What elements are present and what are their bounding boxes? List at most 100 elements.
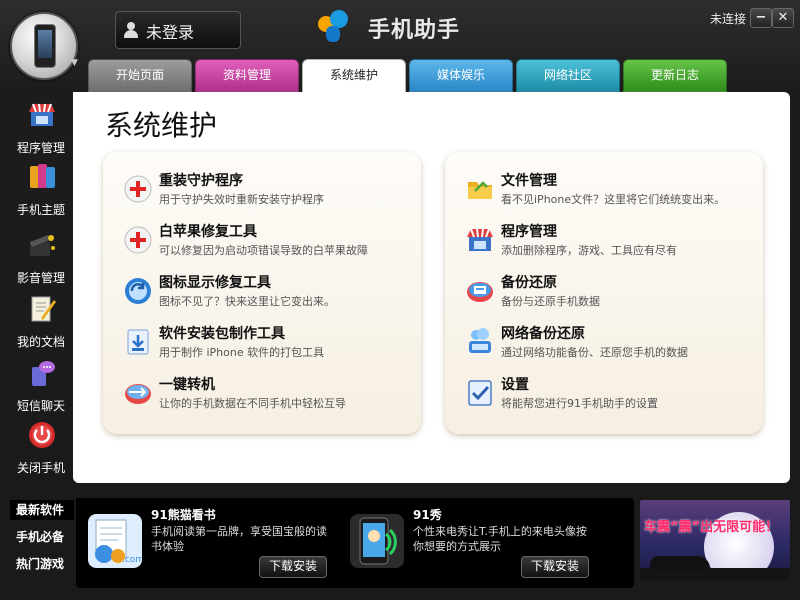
tool-description: 备份与还原手机数据 bbox=[501, 295, 600, 308]
store-icon bbox=[467, 228, 493, 251]
tool-description: 添加删除程序，游戏、工具应有尽有 bbox=[501, 244, 677, 257]
svg-text:.com: .com bbox=[122, 555, 142, 565]
power-icon bbox=[29, 422, 55, 448]
red-cross-icon bbox=[124, 175, 152, 203]
tool-title: 程序管理 bbox=[501, 224, 557, 240]
tab-label: 媒体娱乐 bbox=[436, 68, 485, 82]
tool-icon-fix[interactable]: 图标显示修复工具 图标不见了？快来这里让它变出来。 bbox=[103, 272, 423, 318]
tab-data-management[interactable]: 资料管理 bbox=[195, 59, 299, 92]
tab-update-log[interactable]: 更新日志 bbox=[623, 59, 727, 92]
sidebar-item-label: 影音管理 bbox=[16, 271, 65, 285]
sidebar-item-shutdown[interactable]: 关闭手机 bbox=[10, 414, 72, 475]
tool-description: 通过网络功能备份、还原您手机的数据 bbox=[501, 346, 688, 359]
close-icon: ✕ bbox=[777, 10, 789, 25]
tool-title: 软件安装包制作工具 bbox=[159, 326, 285, 342]
tool-settings[interactable]: 设置 将能帮您进行91手机助手的设置 bbox=[445, 374, 765, 420]
tool-description: 用于制作 iPhone 软件的打包工具 bbox=[159, 346, 325, 359]
software-promo-area: .com 91熊猫看书 手机阅读第一品牌，享受国宝般的读书体验 下载安装 91秀… bbox=[76, 498, 634, 588]
tab-online-community[interactable]: 网络社区 bbox=[516, 59, 620, 92]
theme-icon bbox=[30, 164, 55, 188]
document-icon bbox=[31, 296, 56, 322]
app-name: 手机助手 bbox=[368, 18, 461, 43]
tab-start-page[interactable]: 开始页面 bbox=[88, 59, 192, 92]
tool-backup-restore[interactable]: 备份还原 备份与还原手机数据 bbox=[445, 272, 765, 318]
tool-description: 看不见iPhone文件？这里将它们统统变出来。 bbox=[501, 193, 726, 206]
promo-app-name: 91熊猫看书 bbox=[151, 508, 216, 522]
sidebar-item-label: 短信聊天 bbox=[16, 399, 65, 413]
promo-app-description: 手机阅读第一品牌，享受国宝般的读书体验 bbox=[151, 525, 327, 553]
red-cross-icon bbox=[124, 226, 152, 254]
tool-package-maker[interactable]: 软件安装包制作工具 用于制作 iPhone 软件的打包工具 bbox=[103, 323, 423, 369]
bottom-tab-label: 手机必备 bbox=[16, 530, 65, 544]
media-icon bbox=[30, 235, 55, 256]
minimize-button[interactable]: − bbox=[750, 8, 772, 28]
close-button[interactable]: ✕ bbox=[772, 8, 794, 28]
tool-title: 重装守护程序 bbox=[159, 173, 243, 189]
sidebar-item-label: 关闭手机 bbox=[16, 461, 65, 475]
folder-icon bbox=[468, 181, 492, 199]
bottom-tab-label: 最新软件 bbox=[16, 503, 65, 517]
login-button[interactable]: 未登录 bbox=[115, 11, 241, 49]
device-avatar[interactable] bbox=[10, 12, 78, 80]
tool-title: 图标显示修复工具 bbox=[159, 275, 271, 291]
tool-description: 将能帮您进行91手机助手的设置 bbox=[501, 397, 658, 410]
button-label: 下载安装 bbox=[268, 559, 317, 573]
sidebar-item-media[interactable]: 影音管理 bbox=[10, 224, 72, 285]
settings-icon bbox=[468, 380, 492, 406]
bottom-tab-label: 热门游戏 bbox=[16, 557, 65, 571]
tool-file-manager[interactable]: 文件管理 看不见iPhone文件？这里将它们统统变出来。 bbox=[445, 170, 765, 216]
sms-icon bbox=[32, 361, 55, 386]
network-backup-icon bbox=[469, 328, 491, 353]
tool-title: 白苹果修复工具 bbox=[159, 224, 257, 240]
call-show-icon[interactable] bbox=[350, 514, 404, 568]
bottom-tab-essentials[interactable]: 手机必备 bbox=[10, 527, 74, 547]
promo-app-name: 91秀 bbox=[413, 508, 442, 522]
tool-description: 图标不见了？快来这里让它变出来。 bbox=[159, 295, 335, 308]
login-label: 未登录 bbox=[146, 23, 195, 42]
tab-label: 资料管理 bbox=[222, 68, 271, 82]
download-install-button[interactable]: 下载安装 bbox=[259, 556, 327, 578]
sidebar-item-label: 我的文档 bbox=[16, 335, 65, 349]
panda-book-icon[interactable]: .com bbox=[88, 514, 142, 568]
package-icon bbox=[127, 329, 149, 355]
device-menu-arrow-icon[interactable]: ▼ bbox=[71, 58, 78, 68]
tool-reinstall-daemon[interactable]: 重装守护程序 用于守护失效时重新安装守护程序 bbox=[103, 170, 423, 216]
ad-banner[interactable]: 车震“震”出无限可能！ bbox=[640, 500, 790, 580]
sidebar-item-documents[interactable]: 我的文档 bbox=[10, 288, 72, 349]
promo-app-91-show: 91秀 个性来电秀让T.手机上的来电头像按你想要的方式展示 下载安装 bbox=[338, 498, 598, 588]
phone-icon bbox=[34, 24, 56, 68]
bottom-tab-hot-games[interactable]: 热门游戏 bbox=[10, 554, 74, 574]
tool-program-manager[interactable]: 程序管理 添加删除程序，游戏、工具应有尽有 bbox=[445, 221, 765, 267]
banner-slogan: 车震“震”出无限可能！ bbox=[644, 520, 779, 535]
page-title: 系统维护 bbox=[105, 109, 218, 142]
tool-title: 设置 bbox=[501, 377, 529, 393]
refresh-icon bbox=[125, 278, 151, 304]
tab-label: 开始页面 bbox=[115, 68, 164, 82]
tool-title: 网络备份还原 bbox=[501, 326, 585, 342]
download-install-button[interactable]: 下载安装 bbox=[521, 556, 589, 578]
tool-title: 文件管理 bbox=[501, 173, 557, 189]
car-silhouette bbox=[650, 556, 710, 570]
sidebar-item-themes[interactable]: 手机主题 bbox=[10, 156, 72, 217]
tab-label: 系统维护 bbox=[329, 68, 378, 82]
backup-icon bbox=[467, 282, 493, 302]
tool-one-click-transfer[interactable]: 一键转机 让你的手机数据在不同手机中轻松互导 bbox=[103, 374, 423, 420]
sidebar-item-sms[interactable]: 短信聊天 bbox=[10, 352, 72, 413]
main-panel: 系统维护 重装守护程序 用于守护失效时重新安装守护程序 白苹果修复工具 可以修复… bbox=[73, 92, 790, 483]
tool-description: 让你的手机数据在不同手机中轻松互导 bbox=[159, 397, 346, 410]
transfer-icon bbox=[125, 384, 151, 404]
tools-card-right: 文件管理 看不见iPhone文件？这里将它们统统变出来。 程序管理 添加删除程序… bbox=[445, 152, 763, 434]
tool-title: 备份还原 bbox=[501, 275, 557, 291]
button-label: 下载安装 bbox=[530, 559, 579, 573]
tool-network-backup[interactable]: 网络备份还原 通过网络功能备份、还原您手机的数据 bbox=[445, 323, 765, 369]
minimize-icon: − bbox=[755, 10, 767, 25]
tool-description: 可以修复因为启动项错误导致的白苹果故障 bbox=[159, 244, 368, 257]
tab-media-entertainment[interactable]: 媒体娱乐 bbox=[409, 59, 513, 92]
promo-app-panda-book: .com 91熊猫看书 手机阅读第一品牌，享受国宝般的读书体验 下载安装 bbox=[76, 498, 336, 588]
tool-white-apple-fix[interactable]: 白苹果修复工具 可以修复因为启动项错误导致的白苹果故障 bbox=[103, 221, 423, 267]
sidebar-item-programs[interactable]: 程序管理 bbox=[10, 94, 72, 155]
bottom-tab-latest-software[interactable]: 最新软件 bbox=[10, 500, 74, 520]
tab-system-maintenance[interactable]: 系统维护 bbox=[302, 59, 406, 94]
promo-app-description: 个性来电秀让T.手机上的来电头像按你想要的方式展示 bbox=[413, 525, 587, 553]
tools-card-left: 重装守护程序 用于守护失效时重新安装守护程序 白苹果修复工具 可以修复因为启动项… bbox=[103, 152, 421, 434]
